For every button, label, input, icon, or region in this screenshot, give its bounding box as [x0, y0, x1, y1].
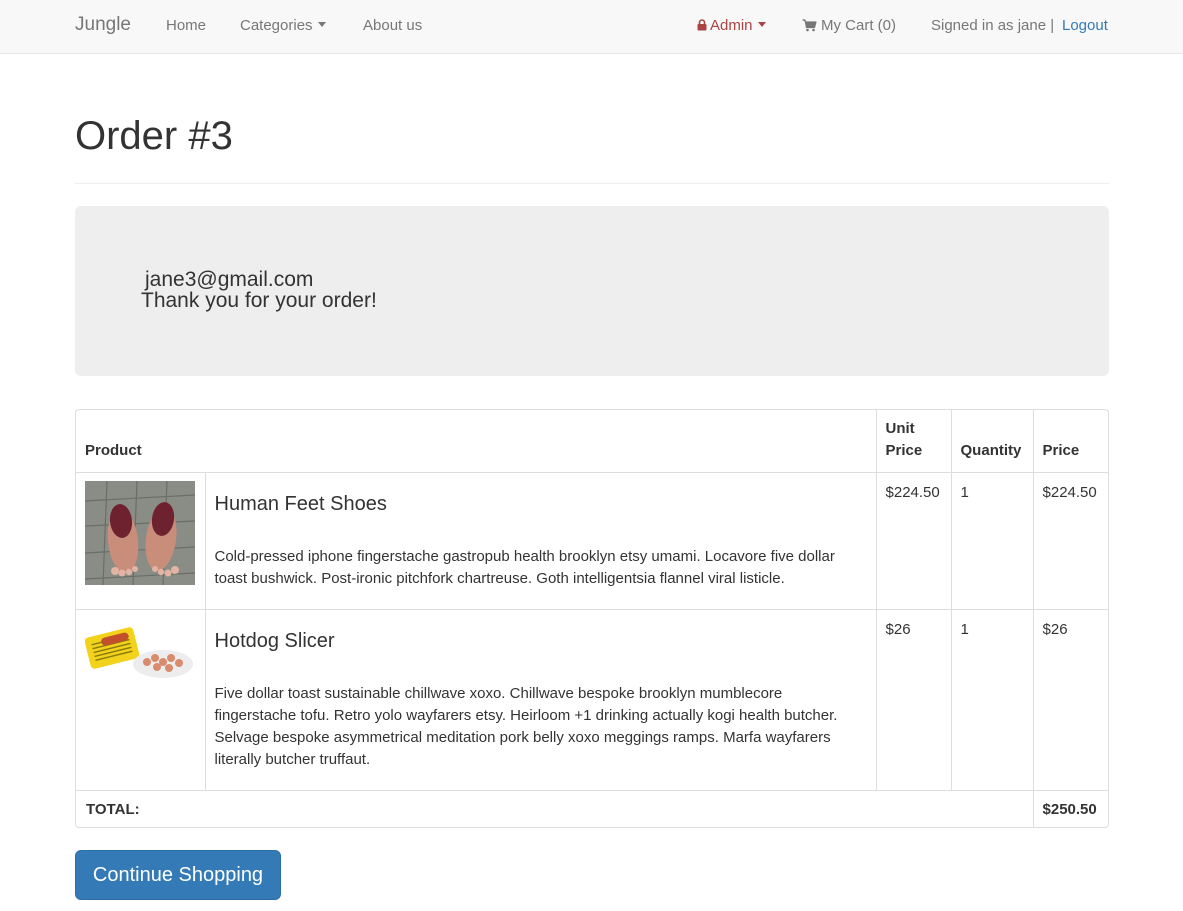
- product-image-cell: [76, 472, 206, 610]
- product-name: Human Feet Shoes: [214, 493, 387, 515]
- product-description: Five dollar toast sustainable chillwave …: [214, 685, 838, 768]
- chevron-down-icon: [757, 21, 766, 27]
- lock-icon: [697, 19, 707, 31]
- nav-categories-label: Categories: [240, 17, 313, 34]
- nav-categories-dropdown[interactable]: Categories: [240, 17, 326, 34]
- nav-admin-dropdown[interactable]: Admin: [697, 17, 766, 34]
- nav-home[interactable]: Home: [166, 17, 206, 34]
- navbar-container: Jungle Home Categories About us Admin My…: [75, 0, 1109, 53]
- thank-you-message: Thank you for your order!: [141, 289, 377, 312]
- unit-price-cell: $26: [875, 609, 952, 791]
- unit-price-cell: $224.50: [875, 472, 952, 610]
- nav-about[interactable]: About us: [363, 17, 422, 34]
- signed-in-text: Signed in as jane |: [931, 17, 1055, 34]
- product-info-cell: Human Feet Shoes Cold-pressed iphone fin…: [204, 472, 877, 610]
- header-price: Price: [1032, 410, 1108, 473]
- quantity-cell: 1: [950, 472, 1034, 610]
- product-info-cell: Hotdog Slicer Five dollar toast sustaina…: [204, 609, 877, 791]
- price-cell: $224.50: [1032, 472, 1108, 610]
- header-quantity: Quantity: [950, 410, 1034, 473]
- product-image-hotdog-slicer: [84, 618, 195, 680]
- nav-cart-label: My Cart (0): [821, 17, 896, 34]
- total-row: TOTAL: $250.50: [76, 790, 1108, 827]
- page-title: Order #3: [75, 114, 233, 158]
- table-row: Human Feet Shoes Cold-pressed iphone fin…: [76, 472, 1108, 610]
- nav-cart[interactable]: My Cart (0): [802, 17, 896, 34]
- header-product: Product: [76, 410, 877, 473]
- product-description: Cold-pressed iphone fingerstache gastrop…: [214, 548, 835, 587]
- logout-link[interactable]: Logout: [1062, 17, 1108, 34]
- shopping-cart-icon: [802, 19, 817, 32]
- total-value: $250.50: [1032, 790, 1108, 827]
- quantity-cell: 1: [950, 609, 1034, 791]
- nav-admin-label: Admin: [710, 17, 753, 34]
- continue-shopping-button[interactable]: Continue Shopping: [75, 850, 281, 900]
- product-image-human-feet-shoes: [84, 480, 196, 586]
- product-name: Hotdog Slicer: [214, 630, 335, 652]
- order-summary-panel: jane3@gmail.com Thank you for your order…: [75, 206, 1109, 376]
- table-header-row: Product Unit Price Quantity Price: [76, 410, 1108, 473]
- brand-link[interactable]: Jungle: [75, 14, 131, 36]
- navbar: Jungle Home Categories About us Admin My…: [0, 0, 1183, 54]
- table-row: Hotdog Slicer Five dollar toast sustaina…: [76, 609, 1108, 791]
- product-image-cell: [76, 609, 206, 791]
- total-label: TOTAL:: [76, 790, 1034, 827]
- header-unit-price: Unit Price: [875, 410, 952, 473]
- chevron-down-icon: [317, 21, 326, 27]
- order-table: Product Unit Price Quantity Price Human …: [75, 409, 1109, 828]
- divider: [75, 183, 1109, 184]
- price-cell: $26: [1032, 609, 1108, 791]
